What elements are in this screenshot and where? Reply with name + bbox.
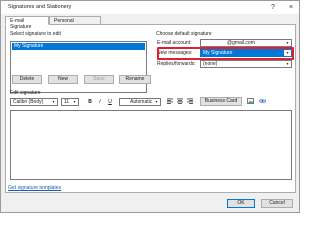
email-account-label: E-mail account:	[157, 40, 192, 46]
email-account-select[interactable]: @gmail.com ▾	[200, 39, 292, 47]
signature-list[interactable]: My Signature	[10, 41, 147, 93]
ok-button[interactable]: OK	[227, 199, 255, 208]
select-signature-label: Select signature to edit	[10, 31, 61, 37]
title-bar: Signatures and Stationery ? ×	[1, 1, 299, 14]
chevron-down-icon: ▾	[284, 61, 291, 67]
hyperlink-icon[interactable]	[258, 98, 266, 106]
tab-panel: Select signature to edit My Signature De…	[5, 24, 296, 193]
save-button[interactable]: Save	[84, 75, 114, 84]
business-card-label: Business Card	[204, 98, 238, 104]
underline-button[interactable]: U	[106, 98, 114, 106]
choose-default-label: Choose default signature	[156, 31, 212, 37]
edit-signature-label: Edit signature	[10, 90, 41, 96]
align-center-icon[interactable]	[176, 98, 184, 106]
font-color-select[interactable]: Automatic ▾	[119, 98, 161, 106]
italic-button[interactable]: I	[96, 98, 104, 106]
signature-editor[interactable]	[10, 110, 292, 180]
rename-button[interactable]: Rename	[119, 75, 151, 84]
chevron-down-icon: ▾	[153, 99, 160, 105]
help-button[interactable]: ?	[267, 2, 279, 13]
align-left-icon[interactable]	[166, 98, 174, 106]
business-card-button[interactable]: Business Card	[200, 97, 242, 106]
font-value: Calibri (Body)	[13, 99, 44, 105]
new-button[interactable]: New	[48, 75, 78, 84]
align-right-icon[interactable]	[186, 98, 194, 106]
font-color-value: Automatic	[130, 99, 153, 105]
bold-button[interactable]: B	[86, 98, 94, 106]
close-button[interactable]: ×	[285, 2, 297, 13]
size-select[interactable]: 11 ▾	[61, 98, 79, 106]
chevron-down-icon: ▾	[284, 40, 291, 46]
insert-picture-icon[interactable]	[246, 98, 254, 106]
list-item[interactable]: My Signature	[12, 43, 145, 50]
replies-value: (none)	[203, 61, 218, 67]
chevron-down-icon: ▾	[50, 99, 57, 105]
replies-select[interactable]: (none) ▾	[200, 60, 292, 68]
new-messages-highlight	[157, 47, 294, 60]
chevron-down-icon: ▾	[71, 99, 78, 105]
font-select[interactable]: Calibri (Body) ▾	[10, 98, 58, 106]
replies-label: Replies/forwards:	[157, 61, 196, 67]
size-value: 11	[64, 99, 70, 105]
signatures-dialog: Signatures and Stationery ? × E-mail Sig…	[0, 0, 300, 213]
cancel-button[interactable]: Cancel	[261, 199, 293, 208]
window-title: Signatures and Stationery	[8, 4, 72, 10]
email-account-value: @gmail.com	[227, 40, 255, 46]
delete-button[interactable]: Delete	[12, 75, 42, 84]
signature-templates-link[interactable]: Get signature templates	[8, 185, 61, 191]
tab-email-signature[interactable]: E-mail Signature	[5, 16, 49, 30]
